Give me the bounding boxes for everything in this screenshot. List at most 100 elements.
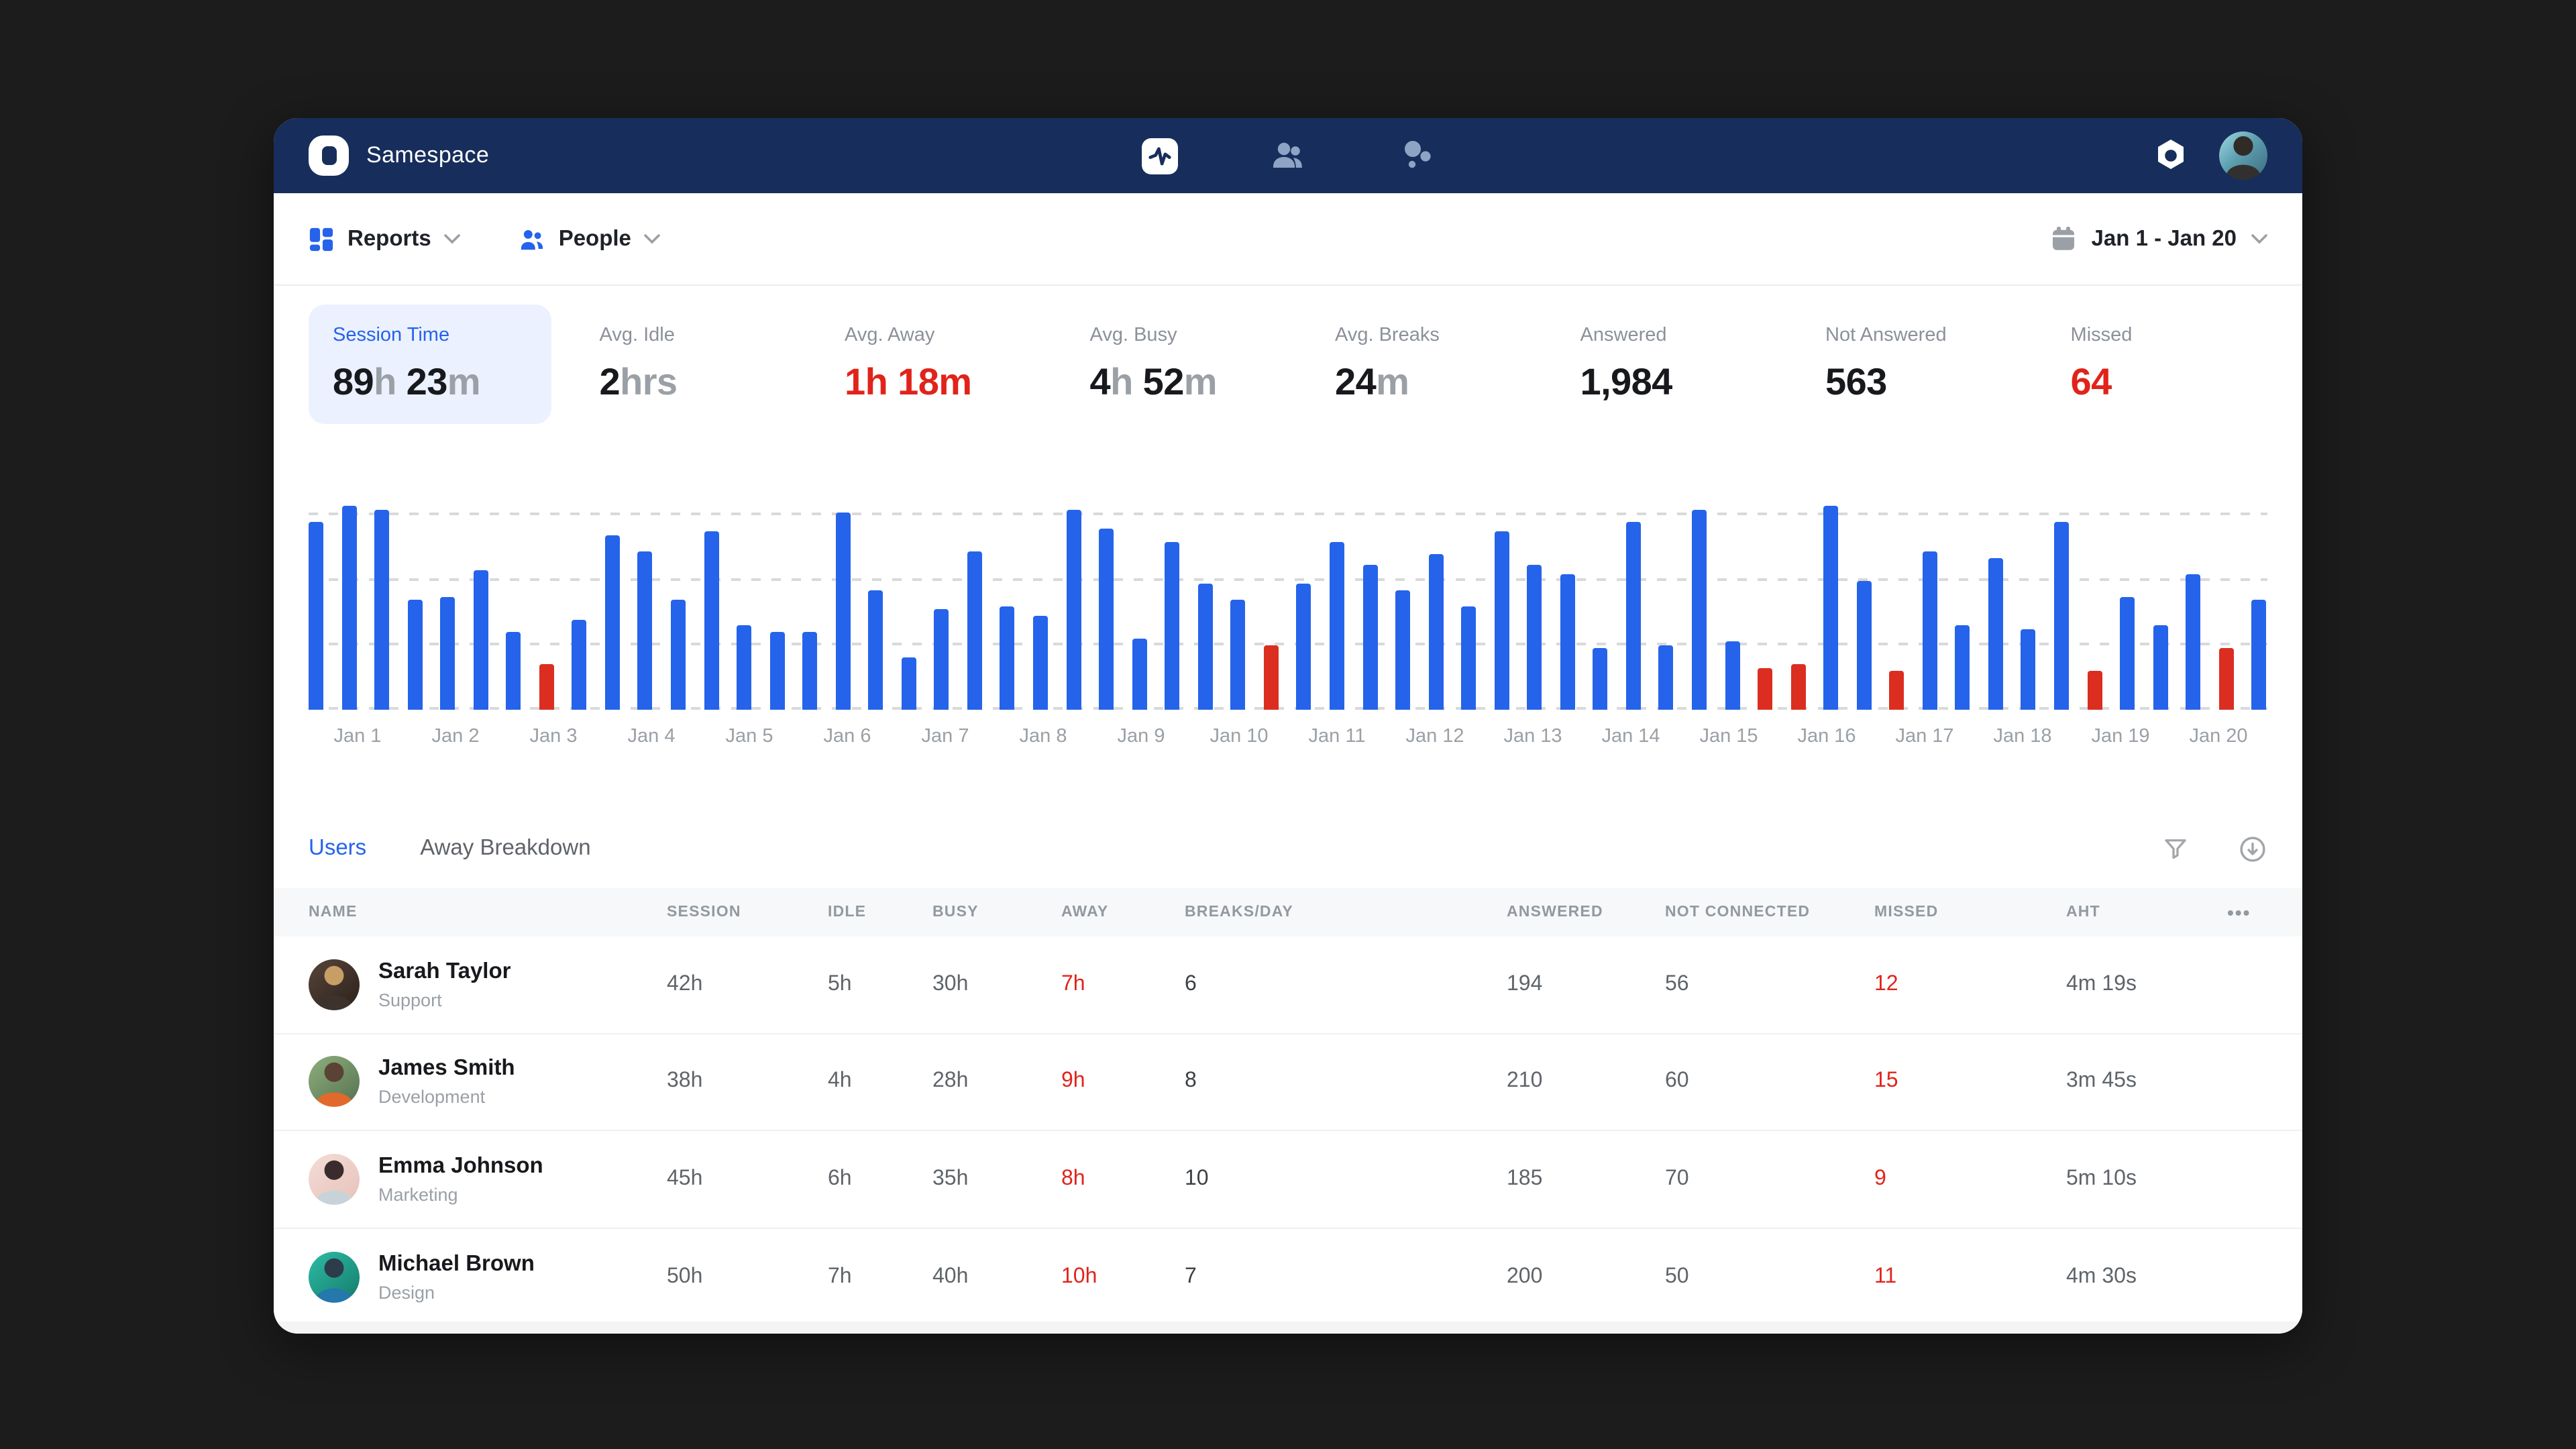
bar-jan10-1[interactable] xyxy=(1198,584,1213,710)
bar-jan20-2[interactable] xyxy=(2218,648,2233,710)
bar-jan6-1[interactable] xyxy=(802,632,817,710)
cell-breaks: 8 xyxy=(1185,1070,1507,1094)
bar-jan6-2[interactable] xyxy=(836,513,851,710)
bar-jan14-3[interactable] xyxy=(1659,645,1674,710)
download-icon[interactable] xyxy=(2238,834,2267,863)
cell-answered: 200 xyxy=(1507,1265,1665,1289)
bar-jan3-2[interactable] xyxy=(539,664,554,710)
bar-jan20-1[interactable] xyxy=(2186,574,2200,710)
cell-busy: 40h xyxy=(932,1265,1061,1289)
bar-jan19-2[interactable] xyxy=(2120,597,2135,710)
bar-jan17-2[interactable] xyxy=(1923,551,1937,710)
people-label: People xyxy=(559,226,631,252)
cell-breaks: 10 xyxy=(1185,1167,1507,1191)
filter-icon[interactable] xyxy=(2161,835,2190,863)
bar-jan2-3[interactable] xyxy=(473,570,488,710)
bar-jan19-3[interactable] xyxy=(2153,625,2167,710)
bar-jan16-1[interactable] xyxy=(1790,664,1805,710)
stat-avg-breaks: Avg. Breaks24m xyxy=(1335,305,1532,424)
stat-value: 4h 52m xyxy=(1090,361,1287,404)
bar-jan16-3[interactable] xyxy=(1856,581,1871,710)
bar-jan13-2[interactable] xyxy=(1527,565,1542,710)
samespace-logo-icon[interactable] xyxy=(309,136,349,176)
stat-avg-idle: Avg. Idle2hrs xyxy=(600,305,797,424)
bar-jan3-3[interactable] xyxy=(572,620,587,710)
bar-jan13-1[interactable] xyxy=(1494,531,1509,710)
bar-jan9-1[interactable] xyxy=(1099,529,1114,710)
bar-jan12-2[interactable] xyxy=(1428,554,1443,710)
bar-jan11-2[interactable] xyxy=(1330,542,1344,710)
next-row-hint xyxy=(274,1322,2302,1334)
bar-jan18-2[interactable] xyxy=(2021,629,2036,710)
bar-jan3-1[interactable] xyxy=(506,632,521,710)
bar-jan19-1[interactable] xyxy=(2087,671,2102,710)
bar-jan18-3[interactable] xyxy=(2054,522,2069,710)
user-department: Marketing xyxy=(378,1185,543,1205)
bar-jan7-3[interactable] xyxy=(967,551,982,710)
bar-jan5-3[interactable] xyxy=(769,632,784,710)
bar-jan5-2[interactable] xyxy=(737,625,751,710)
filter-toolbar: Reports People xyxy=(274,193,2302,286)
bar-jan12-1[interactable] xyxy=(1395,590,1410,710)
bar-jan2-2[interactable] xyxy=(440,597,455,710)
avatar xyxy=(309,1154,360,1205)
bar-jan11-1[interactable] xyxy=(1297,584,1311,710)
bar-jan11-3[interactable] xyxy=(1362,565,1377,710)
bar-jan17-3[interactable] xyxy=(1955,625,1970,710)
bar-jan4-1[interactable] xyxy=(605,535,620,710)
cell-answered: 210 xyxy=(1507,1070,1665,1094)
bar-jan10-3[interactable] xyxy=(1264,645,1279,710)
table-row[interactable]: Emma JohnsonMarketing45h6h35h8h101857095… xyxy=(274,1131,2302,1228)
people-nav[interactable] xyxy=(1261,129,1315,182)
date-range-picker[interactable]: Jan 1 - Jan 20 xyxy=(2050,225,2267,252)
x-tick-label: Jan 14 xyxy=(1582,726,1680,754)
bar-jan8-3[interactable] xyxy=(1066,510,1081,710)
bar-jan20-3[interactable] xyxy=(2252,600,2267,710)
page: Samespace xyxy=(0,0,2576,1449)
cell-not_connected: 60 xyxy=(1665,1070,1874,1094)
bar-jan14-2[interactable] xyxy=(1626,522,1641,710)
bar-jan13-3[interactable] xyxy=(1560,574,1575,710)
people-dropdown[interactable]: People xyxy=(520,226,661,252)
bar-jan7-2[interactable] xyxy=(934,609,949,710)
bar-jan17-1[interactable] xyxy=(1890,671,1904,710)
reports-dropdown[interactable]: Reports xyxy=(309,226,461,252)
bar-jan7-1[interactable] xyxy=(902,657,916,710)
tab-away-breakdown[interactable]: Away Breakdown xyxy=(420,836,590,861)
bar-jan15-1[interactable] xyxy=(1692,510,1707,710)
bar-jan18-1[interactable] xyxy=(1988,558,2003,710)
bar-jan12-3[interactable] xyxy=(1461,606,1476,710)
user-department: Design xyxy=(378,1283,535,1303)
avatar xyxy=(309,1057,360,1108)
bar-jan15-3[interactable] xyxy=(1758,668,1772,710)
bar-jan4-3[interactable] xyxy=(671,600,686,710)
bar-jan10-2[interactable] xyxy=(1231,600,1246,710)
table-row[interactable]: James SmithDevelopment38h4h28h9h82106015… xyxy=(274,1034,2302,1131)
user-avatar[interactable] xyxy=(2219,131,2267,180)
x-tick-label: Jan 19 xyxy=(2072,726,2169,754)
bar-jan8-2[interactable] xyxy=(1033,616,1048,710)
x-tick-label: Jan 1 xyxy=(309,726,407,754)
analytics-nav-active[interactable] xyxy=(1132,129,1186,182)
bar-jan9-3[interactable] xyxy=(1165,542,1179,710)
bar-jan8-1[interactable] xyxy=(1000,606,1015,710)
bar-jan1-2[interactable] xyxy=(341,506,356,710)
tab-users[interactable]: Users xyxy=(309,836,366,861)
bar-jan15-2[interactable] xyxy=(1725,641,1739,710)
stat-session-time[interactable]: Session Time89h 23m xyxy=(309,305,551,424)
bar-jan4-2[interactable] xyxy=(638,551,653,710)
table-row[interactable]: Michael BrownDesign50h7h40h10h720050114m… xyxy=(274,1228,2302,1326)
column-options-button[interactable]: ••• xyxy=(2227,902,2267,923)
bar-jan16-2[interactable] xyxy=(1823,506,1838,710)
table-actions xyxy=(2161,834,2267,863)
bar-jan2-1[interactable] xyxy=(407,600,422,710)
settings-icon[interactable] xyxy=(2152,137,2190,174)
bar-jan9-2[interactable] xyxy=(1132,639,1146,710)
bubbles-nav[interactable] xyxy=(1390,129,1444,182)
bar-jan1-3[interactable] xyxy=(374,510,389,710)
bar-jan5-1[interactable] xyxy=(704,531,718,710)
bar-jan1-1[interactable] xyxy=(309,522,323,710)
table-row[interactable]: Sarah TaylorSupport42h5h30h7h619456124m … xyxy=(274,936,2302,1034)
bar-jan14-1[interactable] xyxy=(1593,648,1608,710)
bar-jan6-3[interactable] xyxy=(869,590,883,710)
